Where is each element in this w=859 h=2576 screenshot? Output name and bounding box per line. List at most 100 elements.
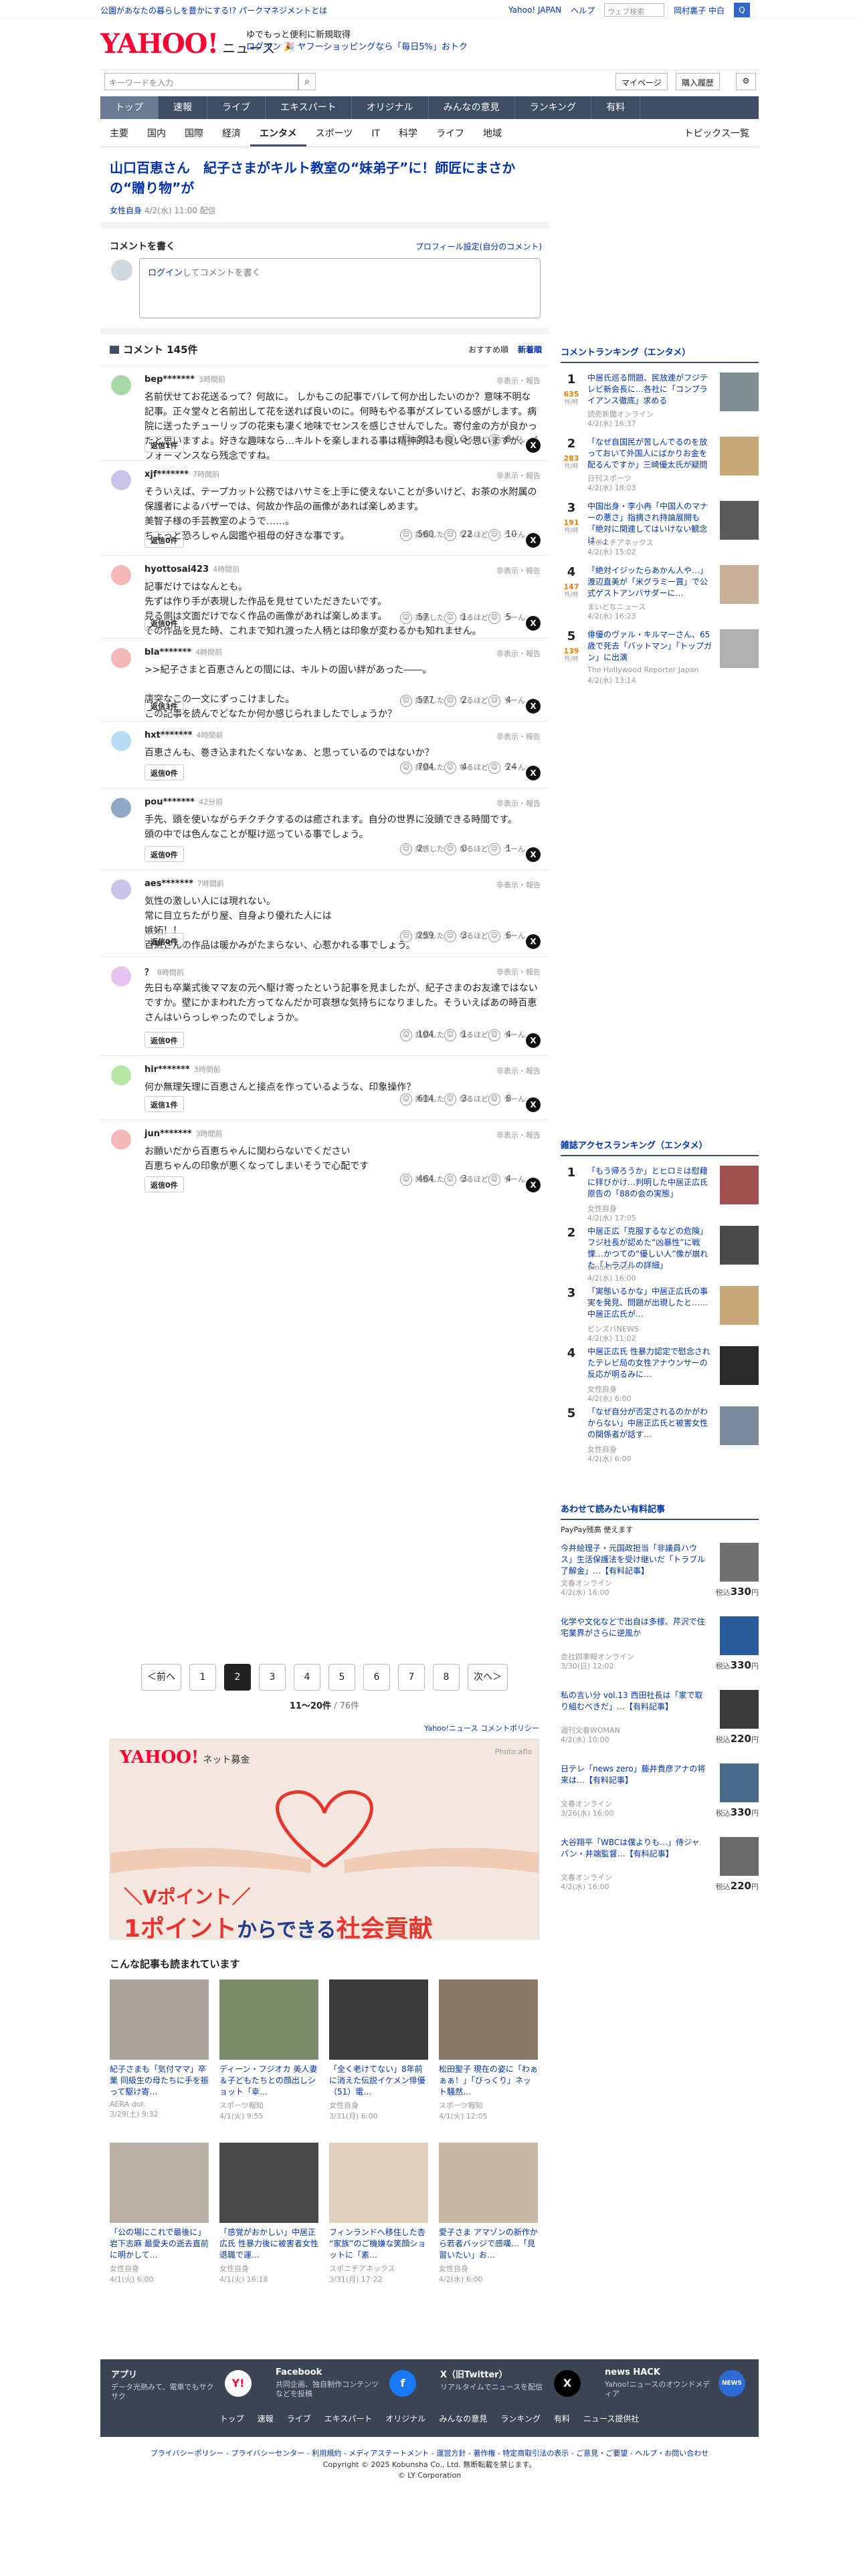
empathy-reaction[interactable]: ☺ 共感した 614 (400, 1093, 444, 1105)
ranking-item[interactable]: 4 147 件/時 「絶対イジッたらあかん人や…」渡辺直美が「米グラミー賞」で公式ゲス… (561, 565, 759, 629)
comment-username[interactable]: bla******* 4時間前 (145, 647, 222, 657)
footer-link[interactable]: エキスパート (324, 2413, 373, 2424)
recommended-article[interactable]: 「感覚がおかしい」中居正広氏 性暴力後に被害者女性退職で運… 女性自身 4/1(火)… (219, 2143, 318, 2284)
ranking-thumbnail[interactable] (720, 565, 759, 604)
ranking-thumbnail[interactable] (720, 1406, 759, 1445)
article-thumbnail[interactable] (110, 2143, 209, 2223)
hmm-reaction[interactable]: ☺ うーん 1 (488, 843, 525, 855)
magazine-ranking-item[interactable]: 2 中居正広「克服するなどの危険」フジ社長が認めた“凶暴性”に戦慄…かつての“優し… (561, 1226, 759, 1290)
hmm-reaction[interactable]: ☺ うーん 8 (488, 1093, 525, 1105)
ranking-thumbnail[interactable] (720, 1166, 759, 1204)
ranking-thumbnail[interactable] (720, 1226, 759, 1265)
paid-article[interactable]: 大谷翔平「WBCは僕よりも…」侍ジャパン・井端監督…【有料記事】 文春オンライン 4… (561, 1837, 759, 1896)
x-share-icon[interactable]: X (526, 438, 541, 453)
ranking-title[interactable]: 「絶対イジッたらあかん人や…」渡辺直美が「米グラミー賞」で公式ゲストアンバサダー… (587, 565, 714, 599)
ranking-item[interactable]: 5 139 件/時 俳優のヴァル・キルマーさん、65歳で死去「バットマン」「トップガン… (561, 629, 759, 693)
agree-reaction[interactable]: ☺ なるほど 3 (444, 1174, 488, 1186)
reply-button[interactable]: 返信3件 (145, 697, 184, 714)
article-thumbnail[interactable] (439, 1979, 538, 2060)
ranking-thumbnail[interactable] (720, 629, 759, 668)
tab-domestic[interactable]: 国内 (138, 120, 175, 146)
nav-live[interactable]: ライブ (207, 96, 266, 119)
recommended-article[interactable]: 愛子さま アマゾンの新作から若者バッジで感嘆…「見習いたい」お… 女性自身 4/2(… (439, 2143, 538, 2284)
nav-ranking[interactable]: ランキング (515, 96, 592, 119)
article-title[interactable]: 松田聖子 現在の姿に「わぁぁぁ！」「びっくり」ネット騒然… (439, 2064, 538, 2099)
username-text[interactable]: hxt******* (145, 730, 192, 740)
article-title[interactable]: 山口百恵さん 紀子さまがキルト教室の“妹弟子”に！師匠にまさかの“贈り物”が (110, 158, 545, 198)
x-share-icon[interactable]: X (526, 847, 541, 862)
reply-button[interactable]: 返信0件 (145, 532, 184, 548)
comment-username[interactable]: pou******* 42分前 (145, 796, 223, 807)
empathy-reaction[interactable]: ☺ 共感した 464 (400, 1174, 444, 1186)
x-share-icon[interactable]: X (526, 616, 541, 631)
footer-link[interactable]: みんなの意見 (439, 2413, 487, 2424)
report-link[interactable]: 非表示・報告 (496, 565, 541, 576)
article-title[interactable]: 「感覚がおかしい」中居正広氏 性暴力後に被害者女性退職で運… (219, 2227, 318, 2262)
footer-link[interactable]: オリジナル (385, 2413, 425, 2424)
ranking-title[interactable]: 「もう帰ろうか」とヒロミは慰藉に拝びかけ…判明した中居正広氏原告の「88の会の実… (587, 1166, 714, 1200)
footer-app[interactable]: アプリ データ光熱みて、電車でもサクサク Y! (111, 2367, 272, 2407)
comment-username[interactable]: bep******* 3時間前 (145, 374, 225, 385)
page-link[interactable]: 3 (259, 1664, 286, 1691)
paid-article-thumbnail[interactable] (720, 1837, 759, 1876)
hmm-reaction[interactable]: ☺ うーん 4 (488, 1174, 525, 1186)
paid-article-thumbnail[interactable] (720, 1690, 759, 1729)
paid-article-title[interactable]: 化学や文化などで出自は多様、芹沢で住宅業界がさらに逆風か (561, 1616, 708, 1639)
username-text[interactable]: xjf******* (145, 469, 189, 479)
article-thumbnail[interactable] (329, 2143, 428, 2223)
paid-article-title[interactable]: 大谷翔平「WBCは僕よりも…」侍ジャパン・井端監督…【有料記事】 (561, 1837, 708, 1860)
comment-username[interactable]: xjf******* 7時間前 (145, 469, 219, 479)
agree-reaction[interactable]: ☺ なるほど 1 (444, 1029, 488, 1041)
empathy-reaction[interactable]: ☺ 共感した 104 (400, 1029, 444, 1041)
comment-policy-link[interactable]: Yahoo!ニュース コメントポリシー (424, 1723, 539, 1733)
empathy-reaction[interactable]: ☺ 共感した 560 (400, 529, 444, 541)
hmm-reaction[interactable]: ☺ うーん 5 (488, 612, 525, 624)
article-thumbnail[interactable] (329, 1979, 428, 2060)
comment-input[interactable]: ログインしてコメントを書く (139, 258, 541, 318)
username-text[interactable]: bla******* (145, 647, 191, 657)
report-link[interactable]: 非表示・報告 (496, 966, 541, 977)
paid-article-thumbnail[interactable] (720, 1543, 759, 1582)
x-share-icon[interactable]: X (526, 766, 541, 780)
sort-new[interactable]: 新着順 (518, 345, 542, 354)
donation-ad-banner[interactable]: YAHOO! ネット募金 Photo:aflo ＼Vポイント／ 1ポイントからでき… (110, 1739, 539, 1939)
yahoo-japan-link[interactable]: Yahoo! JAPAN (508, 5, 561, 15)
username-text[interactable]: bep******* (145, 374, 195, 385)
footer-link[interactable]: ニュース提供社 (583, 2413, 639, 2424)
comment-username[interactable]: aes******* 7時間前 (145, 878, 224, 889)
page-link[interactable]: 4 (294, 1664, 320, 1691)
username-text[interactable]: hir******* (145, 1065, 190, 1075)
magazine-ranking-item[interactable]: 3 「実態いるかな」中居正広氏の事実を発見、問題が出現したと……中居正広氏が… ピン… (561, 1286, 759, 1350)
nav-top[interactable]: トップ (100, 96, 159, 119)
page-link[interactable]: 8 (433, 1664, 460, 1691)
tab-economy[interactable]: 経済 (213, 120, 250, 146)
footer-link[interactable]: 有料 (554, 2413, 570, 2424)
agree-reaction[interactable]: ☺ なるほど 22 (444, 529, 488, 541)
paid-article[interactable]: 私の言い分 vol.13 西田社長は「家で取り組むべきだ」…【有料記事】 週刊文春… (561, 1690, 759, 1749)
ranking-title[interactable]: 中居正広氏 性暴力認定で慰念されたテレビ局の女性アナウンサーの反応が明るみに… (587, 1346, 714, 1380)
nav-opinion[interactable]: みんなの意見 (429, 96, 515, 119)
ranking-title[interactable]: 「なぜ自分が否定されるのかがわからない」中居正広氏と被害女性の関係者が話す… (587, 1406, 714, 1440)
footer-x[interactable]: X（旧Twitter） リアルタイムでニュースを配信 X (440, 2367, 601, 2407)
comment-username[interactable]: hir******* 3時間前 (145, 1064, 221, 1075)
page-link-current[interactable]: 2 (224, 1664, 251, 1691)
profile-settings-link[interactable]: プロフィール設定(自分のコメント) (415, 241, 542, 252)
tab-sports[interactable]: スポーツ (306, 120, 363, 146)
report-link[interactable]: 非表示・報告 (496, 470, 541, 481)
x-share-icon[interactable]: X (526, 533, 541, 548)
x-share-icon[interactable]: X (526, 1033, 541, 1048)
reply-button[interactable]: 返信0件 (145, 764, 184, 780)
username-text[interactable]: hyottosai423 (145, 564, 209, 574)
nav-original[interactable]: オリジナル (352, 96, 429, 119)
web-search-button[interactable]: Q (733, 3, 750, 17)
paid-article-thumbnail[interactable] (720, 1616, 759, 1655)
gear-icon[interactable]: ⚙ (736, 73, 756, 90)
legal-links[interactable]: プライバシーポリシー - プライバシーセンター - 利用規約 - メディアステー… (100, 2448, 759, 2458)
article-thumbnail[interactable] (219, 2143, 318, 2223)
empathy-reaction[interactable]: ☺ 共感した 577 (400, 695, 444, 707)
footer-link[interactable]: ランキング (500, 2413, 541, 2424)
ranking-thumbnail[interactable] (720, 372, 759, 411)
article-thumbnail[interactable] (439, 2143, 538, 2223)
footer-link[interactable]: トップ (220, 2413, 244, 2424)
recommended-article[interactable]: 松田聖子 現在の姿に「わぁぁぁ！」「びっくり」ネット騒然… スポーツ報知 4/1(火… (439, 1979, 538, 2121)
